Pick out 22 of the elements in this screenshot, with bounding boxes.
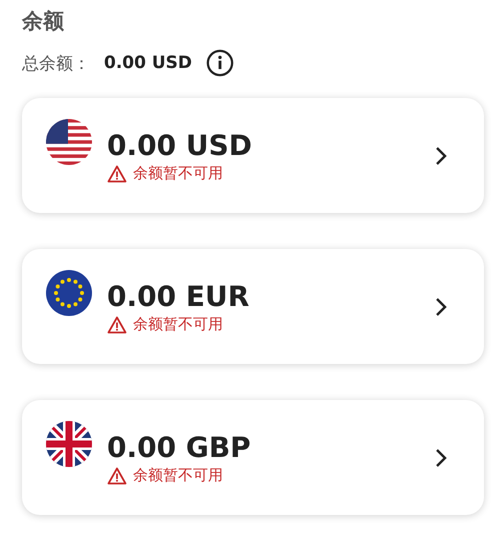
flag-icon bbox=[46, 119, 92, 165]
info-icon[interactable] bbox=[206, 49, 234, 77]
balance-amount: 0.00 EUR bbox=[107, 279, 250, 315]
warning-text: 余额暂不可用 bbox=[133, 315, 223, 334]
total-label: 总余额： bbox=[22, 52, 90, 74]
balance-amount: 0.00 GBP bbox=[107, 430, 252, 466]
currency-card[interactable]: 0.00 USD 余额暂不可用 bbox=[22, 98, 484, 213]
page-title: 余额 bbox=[22, 8, 65, 35]
chevron-right-icon bbox=[434, 144, 448, 166]
warning-icon bbox=[107, 164, 127, 182]
currency-card[interactable]: 0.00 GBP 余额暂不可用 bbox=[22, 400, 484, 515]
warning-icon bbox=[107, 316, 127, 334]
warning-icon bbox=[107, 466, 127, 484]
warning-text: 余额暂不可用 bbox=[133, 164, 223, 183]
flag-icon bbox=[46, 270, 92, 316]
flag-icon bbox=[46, 421, 92, 467]
chevron-right-icon bbox=[434, 446, 448, 468]
chevron-right-icon bbox=[434, 296, 448, 318]
warning-text: 余额暂不可用 bbox=[133, 466, 223, 485]
total-value: 0.00 USD bbox=[104, 53, 192, 73]
currency-card[interactable]: 0.00 EUR 余额暂不可用 bbox=[22, 249, 484, 364]
balance-amount: 0.00 USD bbox=[107, 128, 253, 164]
